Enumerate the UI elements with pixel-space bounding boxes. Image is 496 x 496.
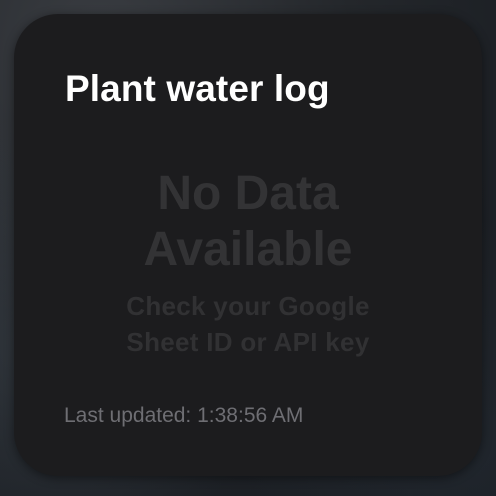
empty-state: No Data Available Check your Google Shee… bbox=[14, 166, 482, 360]
no-data-hint: Check your Google Sheet ID or API key bbox=[126, 291, 370, 357]
no-data-heading: No Data Available bbox=[143, 167, 353, 276]
last-updated-timestamp: Last updated: 1:38:56 AM bbox=[64, 404, 304, 427]
plant-water-log-widget[interactable]: Plant water log No Data Available Check … bbox=[14, 14, 482, 476]
widget-title: Plant water log bbox=[65, 68, 330, 109]
